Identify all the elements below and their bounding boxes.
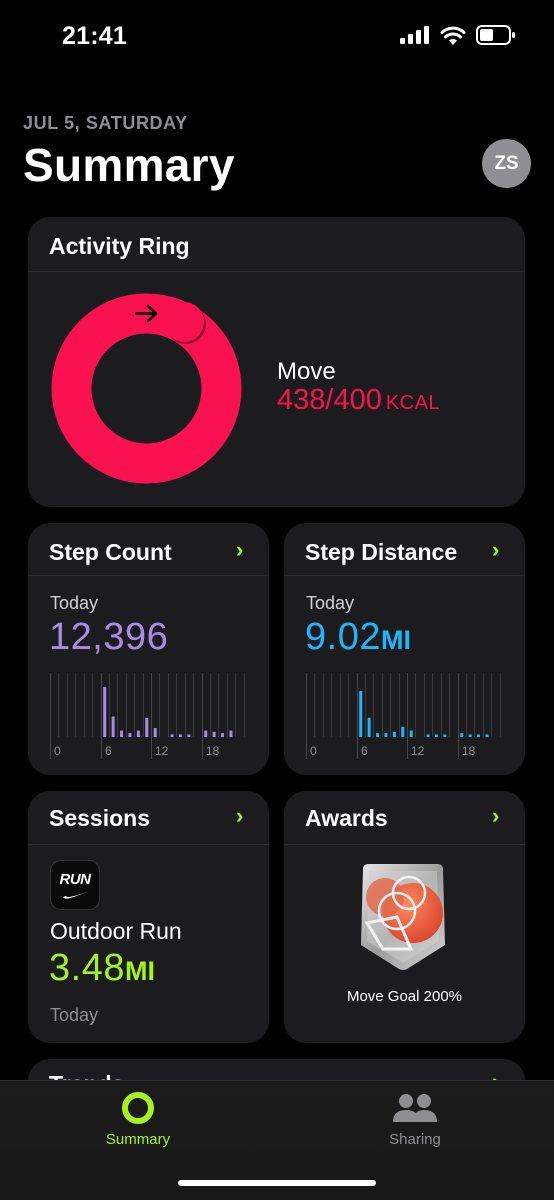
step-count-bar [187, 734, 191, 737]
people-icon [393, 1094, 437, 1122]
step-count-bar [170, 734, 174, 737]
page-title: Summary [23, 139, 235, 191]
step-count-card[interactable]: Step Count › Today 12,396 0 6 12 18 [28, 523, 269, 775]
step-count-value: 12,396 [49, 616, 169, 658]
step-distance-tick-label: 6 [361, 744, 368, 758]
chevron-right-icon[interactable]: › [492, 803, 499, 829]
signal-icon [400, 26, 429, 44]
awards-card[interactable]: Awards › Move Goal 200% [284, 791, 525, 1043]
session-distance-number: 3.48 [49, 947, 125, 989]
step-count-bar [221, 733, 225, 737]
avatar[interactable]: ZS [482, 139, 531, 188]
sessions-card[interactable]: Sessions › RUN Outdoor Run 3.48MI Today [28, 791, 269, 1043]
step-distance-bar [409, 730, 413, 737]
step-distance-bar [426, 734, 430, 737]
step-distance-card[interactable]: Step Distance › Today 9.02MI 0 6 12 18 [284, 523, 525, 775]
workout-name: Outdoor Run [50, 918, 182, 944]
nike-run-club-app-icon: RUN [50, 860, 100, 910]
step-count-bar [212, 731, 216, 737]
step-distance-tick-label: 12 [411, 744, 425, 758]
tab-summary[interactable]: Summary [100, 1088, 176, 1152]
swoosh-icon [63, 892, 87, 899]
step-count-bar [128, 733, 132, 737]
move-value: 438/400 KCAL [277, 384, 440, 417]
run-badge-label: RUN [59, 871, 92, 888]
chevron-right-icon[interactable]: › [236, 803, 243, 829]
step-distance-period: Today [306, 593, 355, 613]
step-count-chart: 0 6 12 18 [50, 673, 245, 759]
divider [28, 271, 525, 272]
step-distance-bar [477, 734, 481, 737]
step-distance-bar [392, 731, 396, 737]
session-distance: 3.48MI [49, 947, 155, 990]
step-distance-bar [401, 726, 405, 737]
move-label: Move [277, 358, 336, 385]
step-distance-bar [468, 734, 472, 737]
status-icons [400, 25, 516, 45]
step-count-period: Today [50, 593, 99, 613]
step-distance-bar [367, 717, 371, 737]
home-indicator[interactable] [178, 1180, 376, 1186]
step-distance-tick-label: 0 [310, 744, 317, 758]
tab-sharing-label: Sharing [389, 1131, 441, 1148]
step-distance-bar [384, 733, 388, 737]
divider [28, 844, 269, 845]
activity-ring-icon [122, 1092, 154, 1124]
tab-summary-label: Summary [105, 1131, 171, 1148]
awards-title: Awards [305, 805, 388, 831]
wifi-icon [440, 26, 466, 45]
step-count-bar [145, 717, 149, 737]
step-distance-bar [485, 734, 489, 737]
step-count-title: Step Count [49, 539, 172, 565]
divider [284, 575, 525, 576]
step-count-bar [136, 730, 140, 737]
chevron-right-icon[interactable]: › [492, 537, 499, 563]
divider [284, 844, 525, 845]
session-date: Today [50, 1005, 99, 1025]
step-distance-bar [376, 733, 380, 737]
step-count-bar [153, 728, 157, 737]
step-count-tick-label: 0 [54, 744, 61, 758]
step-count-tick-label: 12 [155, 744, 169, 758]
step-distance-bar [460, 733, 464, 737]
step-distance-title: Step Distance [305, 539, 458, 565]
step-distance-unit: MI [380, 625, 411, 655]
date-label: JUL 5, SATURDAY [23, 113, 188, 133]
battery-icon [476, 25, 515, 45]
step-count-bar [178, 734, 182, 737]
step-count-bar [229, 730, 233, 737]
activity-ring-title: Activity Ring [49, 233, 190, 259]
status-time: 21:41 [62, 22, 127, 50]
step-distance-chart: 0 6 12 18 [306, 673, 501, 759]
divider [28, 575, 269, 576]
step-distance-bar [443, 734, 447, 737]
step-count-tick-label: 18 [206, 744, 220, 758]
step-distance-bar [359, 690, 363, 737]
step-count-bar [120, 730, 124, 737]
award-name: Move Goal 200% [346, 988, 463, 1005]
step-distance-value: 9.02MI [305, 616, 411, 659]
step-distance-bar [434, 734, 438, 737]
move-unit: KCAL [385, 392, 441, 414]
step-distance-tick-label: 18 [462, 744, 476, 758]
step-distance-number: 9.02 [305, 616, 381, 658]
step-count-bar [103, 687, 107, 737]
tab-sharing[interactable]: Sharing [377, 1088, 453, 1152]
move-ring [51, 293, 242, 484]
move-value-number: 438/400 [277, 384, 382, 416]
session-distance-unit: MI [124, 956, 155, 986]
step-count-tick-label: 6 [105, 744, 112, 758]
chevron-right-icon[interactable]: › [236, 537, 243, 563]
step-count-bar [111, 716, 115, 737]
move-goal-award-icon [361, 864, 445, 970]
sessions-title: Sessions [49, 805, 150, 831]
step-count-bar [204, 730, 208, 737]
